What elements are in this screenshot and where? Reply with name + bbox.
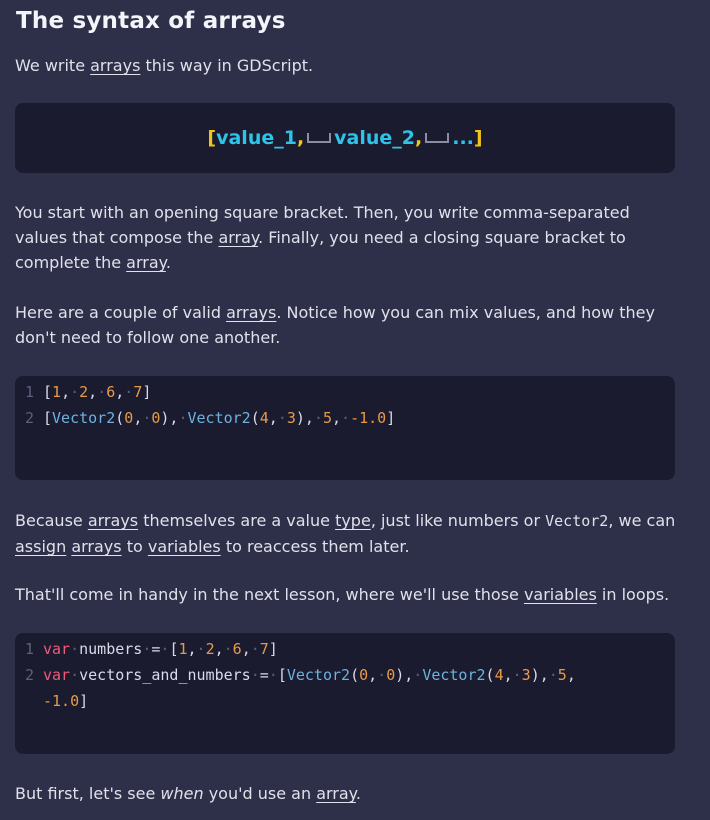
glossary-link-variables[interactable]: variables: [148, 537, 221, 556]
space-symbol-icon: [425, 133, 450, 143]
text: themselves are a value: [138, 511, 336, 530]
syntax-close-bracket: ]: [473, 127, 483, 149]
glossary-link-arrays[interactable]: arrays: [226, 303, 276, 322]
text: Here are a couple of valid: [15, 303, 227, 322]
code-text: var·numbers·=·[1,·2,·6,·7]: [43, 640, 278, 658]
paragraph-arrays-are-values: Because arrays themselves are a value ty…: [15, 508, 685, 559]
intro-text: We write: [15, 56, 91, 75]
syntax-box: [value_1, value_2,...]: [15, 103, 675, 173]
syntax-value-1: value_1: [216, 127, 297, 149]
code-text: -1.0]: [43, 692, 89, 710]
code-block-2[interactable]: 1 var·numbers·=·[1,·2,·6,·7] 2 var·vecto…: [15, 633, 675, 754]
glossary-link-array[interactable]: array: [126, 253, 166, 272]
code-text: var·vectors_and_numbers·=·[Vector2(0,·0)…: [43, 666, 576, 684]
glossary-link-assign[interactable]: assign: [15, 537, 66, 556]
syntax-comma: ,: [415, 127, 423, 149]
syntax-value-2: value_2: [334, 127, 416, 149]
syntax-ellipsis: ...: [452, 127, 474, 149]
glossary-link-variables[interactable]: variables: [524, 585, 597, 604]
line-number: 1: [24, 383, 34, 401]
code-text: [1,·2,·6,·7]: [43, 383, 152, 401]
text: , we can: [608, 511, 676, 530]
text: Because: [15, 511, 88, 530]
line-number: 2: [24, 666, 34, 684]
emphasis: when: [160, 784, 204, 803]
paragraph-syntax-explanation: You start with an opening square bracket…: [15, 200, 685, 275]
paragraph-valid-arrays: Here are a couple of valid arrays. Notic…: [15, 300, 685, 350]
text: , just like numbers or: [370, 511, 546, 530]
glossary-link-arrays[interactable]: arrays: [88, 511, 138, 530]
text: to: [121, 537, 148, 556]
text: to reaccess them later.: [220, 537, 410, 556]
inline-code: Vector2: [545, 512, 609, 530]
intro-text-end: this way in GDScript.: [140, 56, 314, 75]
text: .: [355, 784, 361, 803]
syntax-comma: ,: [296, 127, 305, 149]
text: That'll come in handy in the next lesson…: [15, 585, 524, 604]
text: in loops.: [596, 585, 670, 604]
line-number: 1: [24, 640, 34, 658]
glossary-link-type[interactable]: type: [335, 511, 371, 530]
code-block-1[interactable]: 1 [1,·2,·6,·7] 2 [Vector2(0,·0),·Vector2…: [15, 376, 675, 480]
text: .: [165, 253, 171, 272]
glossary-link-array[interactable]: array: [316, 784, 356, 803]
glossary-link-arrays[interactable]: arrays: [90, 56, 140, 75]
page-title: The syntax of arrays: [16, 8, 286, 34]
paragraph-when-to-use: But first, let's see when you'd use an a…: [15, 781, 685, 806]
text: But first, let's see: [15, 784, 161, 803]
code-text: [Vector2(0,·0),·Vector2(4,·3),·5,·-1.0]: [43, 409, 396, 427]
syntax-open-bracket: [: [207, 127, 217, 149]
lesson-content: The syntax of arrays We write arrays thi…: [0, 0, 710, 820]
line-number: 2: [24, 409, 34, 427]
text: you'd use an: [203, 784, 317, 803]
glossary-link-arrays[interactable]: arrays: [71, 537, 121, 556]
glossary-link-array[interactable]: array: [218, 228, 258, 247]
space-symbol-icon: [307, 133, 332, 143]
intro-paragraph: We write arrays this way in GDScript.: [15, 53, 685, 78]
paragraph-next-lesson: That'll come in handy in the next lesson…: [15, 582, 685, 607]
